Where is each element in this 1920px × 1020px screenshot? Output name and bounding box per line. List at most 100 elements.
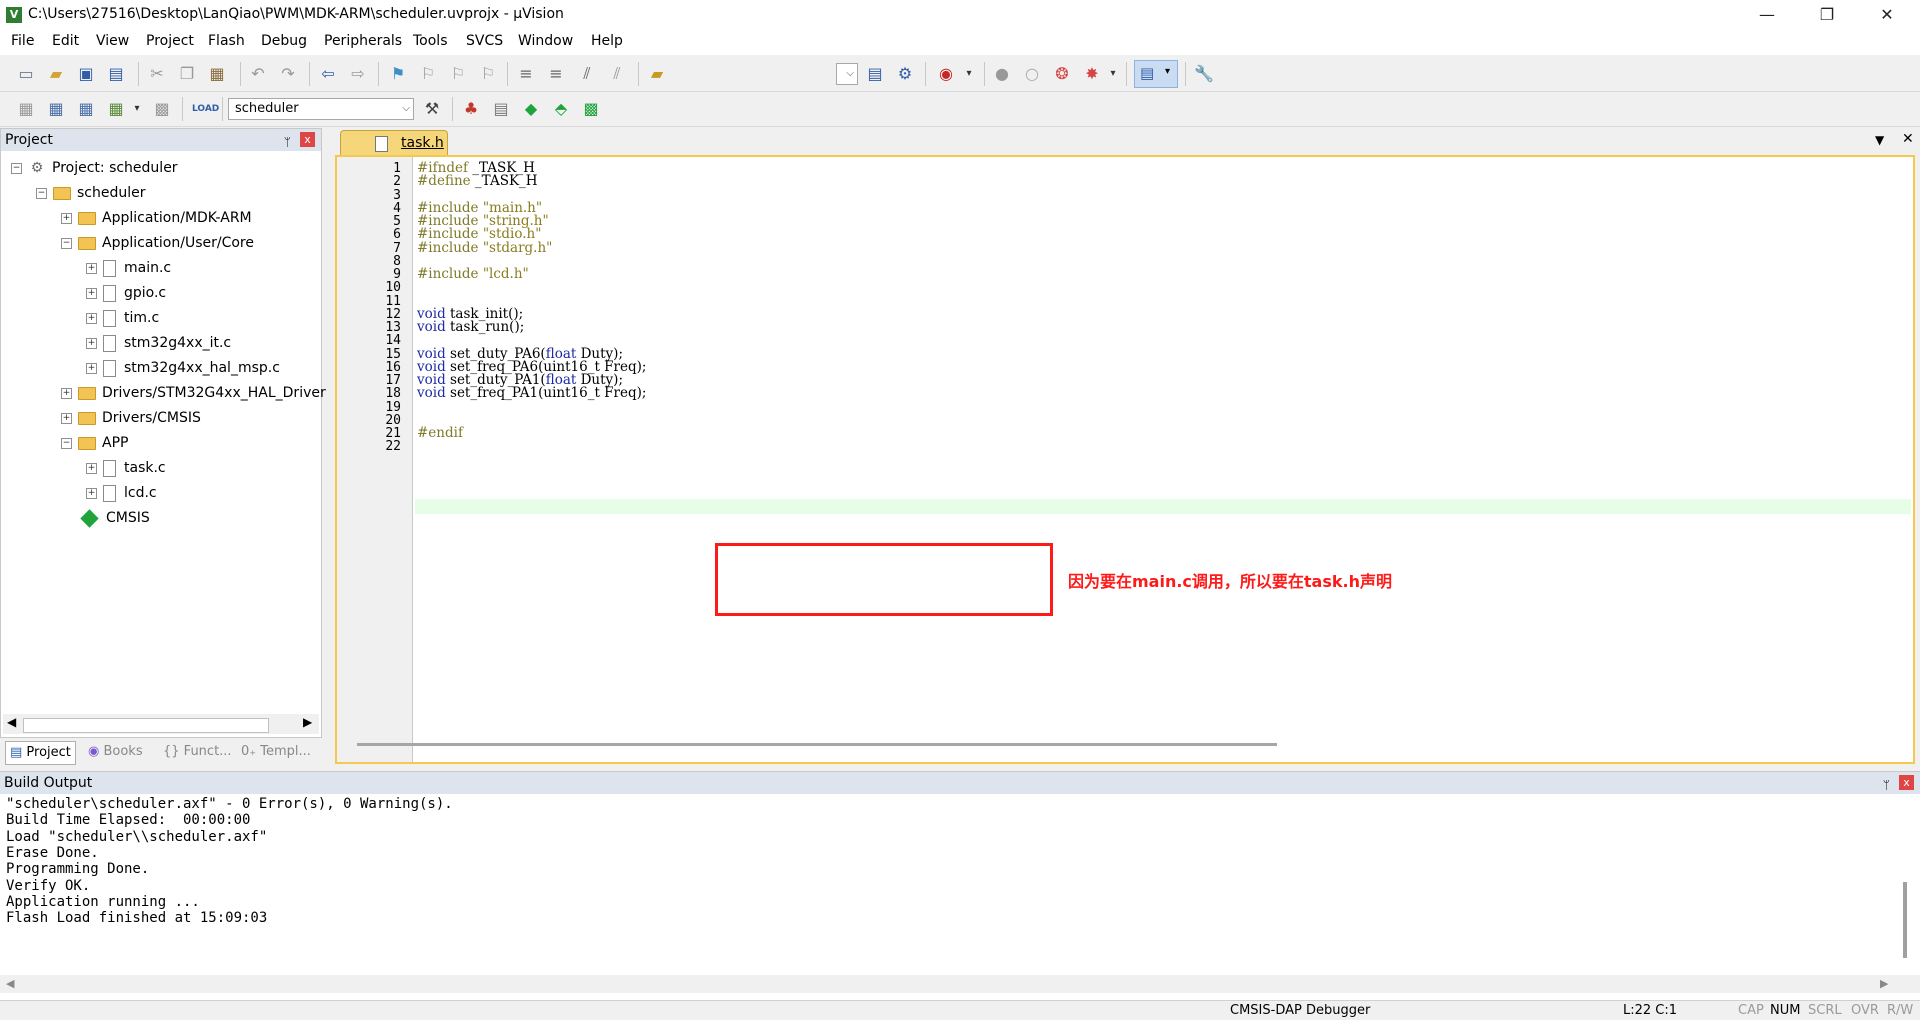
menu-debug[interactable]: Debug <box>261 33 307 49</box>
build-hscrollbar[interactable]: ◀ ▶ <box>0 975 1920 993</box>
next-bookmark-icon[interactable]: ⚐ <box>447 63 469 85</box>
menu-svcs[interactable]: SVCS <box>466 33 503 49</box>
tree-file-tim-c[interactable]: + tim.c <box>86 306 159 331</box>
navigate-forward-icon[interactable]: ⇨ <box>347 63 369 85</box>
find-icon[interactable]: ▤ <box>864 63 886 85</box>
maximize-button[interactable]: ❐ <box>1797 0 1857 29</box>
stop-build-icon[interactable]: ▩ <box>151 98 173 120</box>
comment-icon[interactable]: ⫽ <box>576 63 598 85</box>
find-combo[interactable]: ⌵ <box>836 63 858 85</box>
kill-all-breakpoints-icon[interactable]: ✸ <box>1081 63 1103 85</box>
translate-icon[interactable]: ▦ <box>15 98 37 120</box>
tab-functions[interactable]: {} Funct... <box>159 741 236 763</box>
uncomment-icon[interactable]: ⫽ <box>606 63 628 85</box>
scroll-left-icon[interactable]: ◀ <box>7 715 16 729</box>
undo-icon[interactable]: ↶ <box>247 63 269 85</box>
close-window-button[interactable]: ✕ <box>1857 0 1917 29</box>
batch-dropdown-icon[interactable]: ▾ <box>126 98 148 120</box>
menu-flash[interactable]: Flash <box>208 33 245 49</box>
expand-icon[interactable]: + <box>86 337 97 349</box>
manage-multi-project-icon[interactable]: ▤ <box>490 98 512 120</box>
menu-project[interactable]: Project <box>146 33 194 49</box>
menu-view[interactable]: View <box>96 33 129 49</box>
build-vscroll-thumb[interactable] <box>1903 882 1907 958</box>
tab-list-dropdown-icon[interactable]: ▼ <box>1875 133 1884 147</box>
prev-bookmark-icon[interactable]: ⚐ <box>417 63 439 85</box>
expand-icon[interactable]: + <box>86 362 97 374</box>
select-software-packs-icon[interactable]: ⬘ <box>550 98 572 120</box>
disable-all-breakpoints-icon[interactable]: ❂ <box>1051 63 1073 85</box>
debug-session-icon[interactable]: ◉ <box>935 63 957 85</box>
editor-tab-task-h[interactable]: task.h <box>340 130 448 156</box>
paste-icon[interactable]: ▦ <box>206 63 228 85</box>
tree-file-it-c[interactable]: + stm32g4xx_it.c <box>86 331 231 356</box>
menu-window[interactable]: Window <box>518 33 573 49</box>
expand-icon[interactable]: + <box>86 312 97 324</box>
tree-file-hal-msp-c[interactable]: + stm32g4xx_hal_msp.c <box>86 356 280 381</box>
pack-installer-icon[interactable]: ▩ <box>580 98 602 120</box>
batch-build-icon[interactable]: ▦ <box>105 98 127 120</box>
manage-project-items-icon[interactable]: ♣ <box>460 98 482 120</box>
tree-group-user-core[interactable]: − Application/User/Core <box>61 231 254 256</box>
find-in-files-icon[interactable]: ▰ <box>646 63 668 85</box>
menu-edit[interactable]: Edit <box>52 33 79 49</box>
tree-target-scheduler[interactable]: − scheduler <box>36 181 146 206</box>
incremental-find-icon[interactable]: ⚙ <box>894 63 916 85</box>
close-tab-icon[interactable]: ✕ <box>1902 131 1914 147</box>
copy-icon[interactable]: ❐ <box>176 63 198 85</box>
redo-icon[interactable]: ↷ <box>277 63 299 85</box>
expand-icon[interactable]: + <box>86 262 97 274</box>
pin-icon[interactable]: ᛘ <box>284 131 291 153</box>
scroll-right-icon[interactable]: ▶ <box>303 715 312 729</box>
expand-icon[interactable]: + <box>61 387 72 399</box>
menu-peripherals[interactable]: Peripherals <box>324 33 402 49</box>
collapse-icon[interactable]: − <box>36 187 47 199</box>
navigate-back-icon[interactable]: ⇦ <box>317 63 339 85</box>
scroll-right-icon[interactable]: ▶ <box>1880 977 1888 990</box>
insert-breakpoint-icon[interactable]: ● <box>991 63 1013 85</box>
collapse-icon[interactable]: − <box>61 437 72 449</box>
minimize-button[interactable]: — <box>1737 0 1797 29</box>
manage-run-time-environment-icon[interactable]: ◆ <box>520 98 542 120</box>
enable-breakpoint-icon[interactable]: ○ <box>1021 63 1043 85</box>
tree-cmsis-component[interactable]: CMSIS <box>80 506 150 531</box>
expand-icon[interactable]: + <box>86 487 97 499</box>
tab-templates[interactable]: 0₊ Templ... <box>237 741 315 763</box>
new-file-icon[interactable]: ▭ <box>15 63 37 85</box>
tree-file-gpio-c[interactable]: + gpio.c <box>86 281 166 306</box>
tree-group-app[interactable]: − APP <box>61 431 128 456</box>
target-select[interactable]: scheduler ⌵ <box>228 98 414 120</box>
collapse-icon[interactable]: − <box>61 237 72 249</box>
window-layout-button[interactable]: ▤ ▾ <box>1134 60 1178 88</box>
cut-icon[interactable]: ✂ <box>146 63 168 85</box>
scroll-left-icon[interactable]: ◀ <box>6 977 14 990</box>
pin-icon[interactable]: ᛘ <box>1883 774 1890 796</box>
configure-wrench-icon[interactable]: 🔧 <box>1193 63 1215 85</box>
tab-books[interactable]: ◉ Books <box>84 741 147 763</box>
collapse-icon[interactable]: − <box>11 162 22 174</box>
scroll-thumb[interactable] <box>23 718 269 733</box>
expand-icon[interactable]: + <box>61 212 72 224</box>
editor-hscroll-thumb[interactable] <box>357 743 1277 746</box>
tree-group-cmsis-drivers[interactable]: + Drivers/CMSIS <box>61 406 201 431</box>
breakpoint-dropdown-icon[interactable]: ▾ <box>1102 63 1124 85</box>
bookmark-icon[interactable]: ⚑ <box>387 63 409 85</box>
tree-group-mdk-arm[interactable]: + Application/MDK-ARM <box>61 206 252 231</box>
menu-file[interactable]: File <box>11 33 34 49</box>
expand-icon[interactable]: + <box>86 462 97 474</box>
download-load-icon[interactable]: LOAD <box>192 98 219 120</box>
indent-icon[interactable]: ≡ <box>515 63 537 85</box>
tree-project-root[interactable]: − ⚙ Project: scheduler <box>11 156 178 181</box>
rebuild-icon[interactable]: ▦ <box>75 98 97 120</box>
target-options-icon[interactable]: ⚒ <box>421 98 443 120</box>
close-icon[interactable]: x <box>1899 775 1914 790</box>
build-icon[interactable]: ▦ <box>45 98 67 120</box>
project-hscrollbar[interactable]: ◀ ▶ <box>3 714 319 734</box>
unindent-icon[interactable]: ≡ <box>545 63 567 85</box>
menu-help[interactable]: Help <box>591 33 623 49</box>
clear-bookmarks-icon[interactable]: ⚐ <box>477 63 499 85</box>
tree-file-main-c[interactable]: + main.c <box>86 256 171 281</box>
debug-dropdown-icon[interactable]: ▾ <box>958 63 980 85</box>
code-editor[interactable]: 因为要在main.c调用，所以要在task.h声明 1 #ifndef _TASK… <box>335 155 1915 764</box>
open-file-icon[interactable]: ▰ <box>45 63 67 85</box>
